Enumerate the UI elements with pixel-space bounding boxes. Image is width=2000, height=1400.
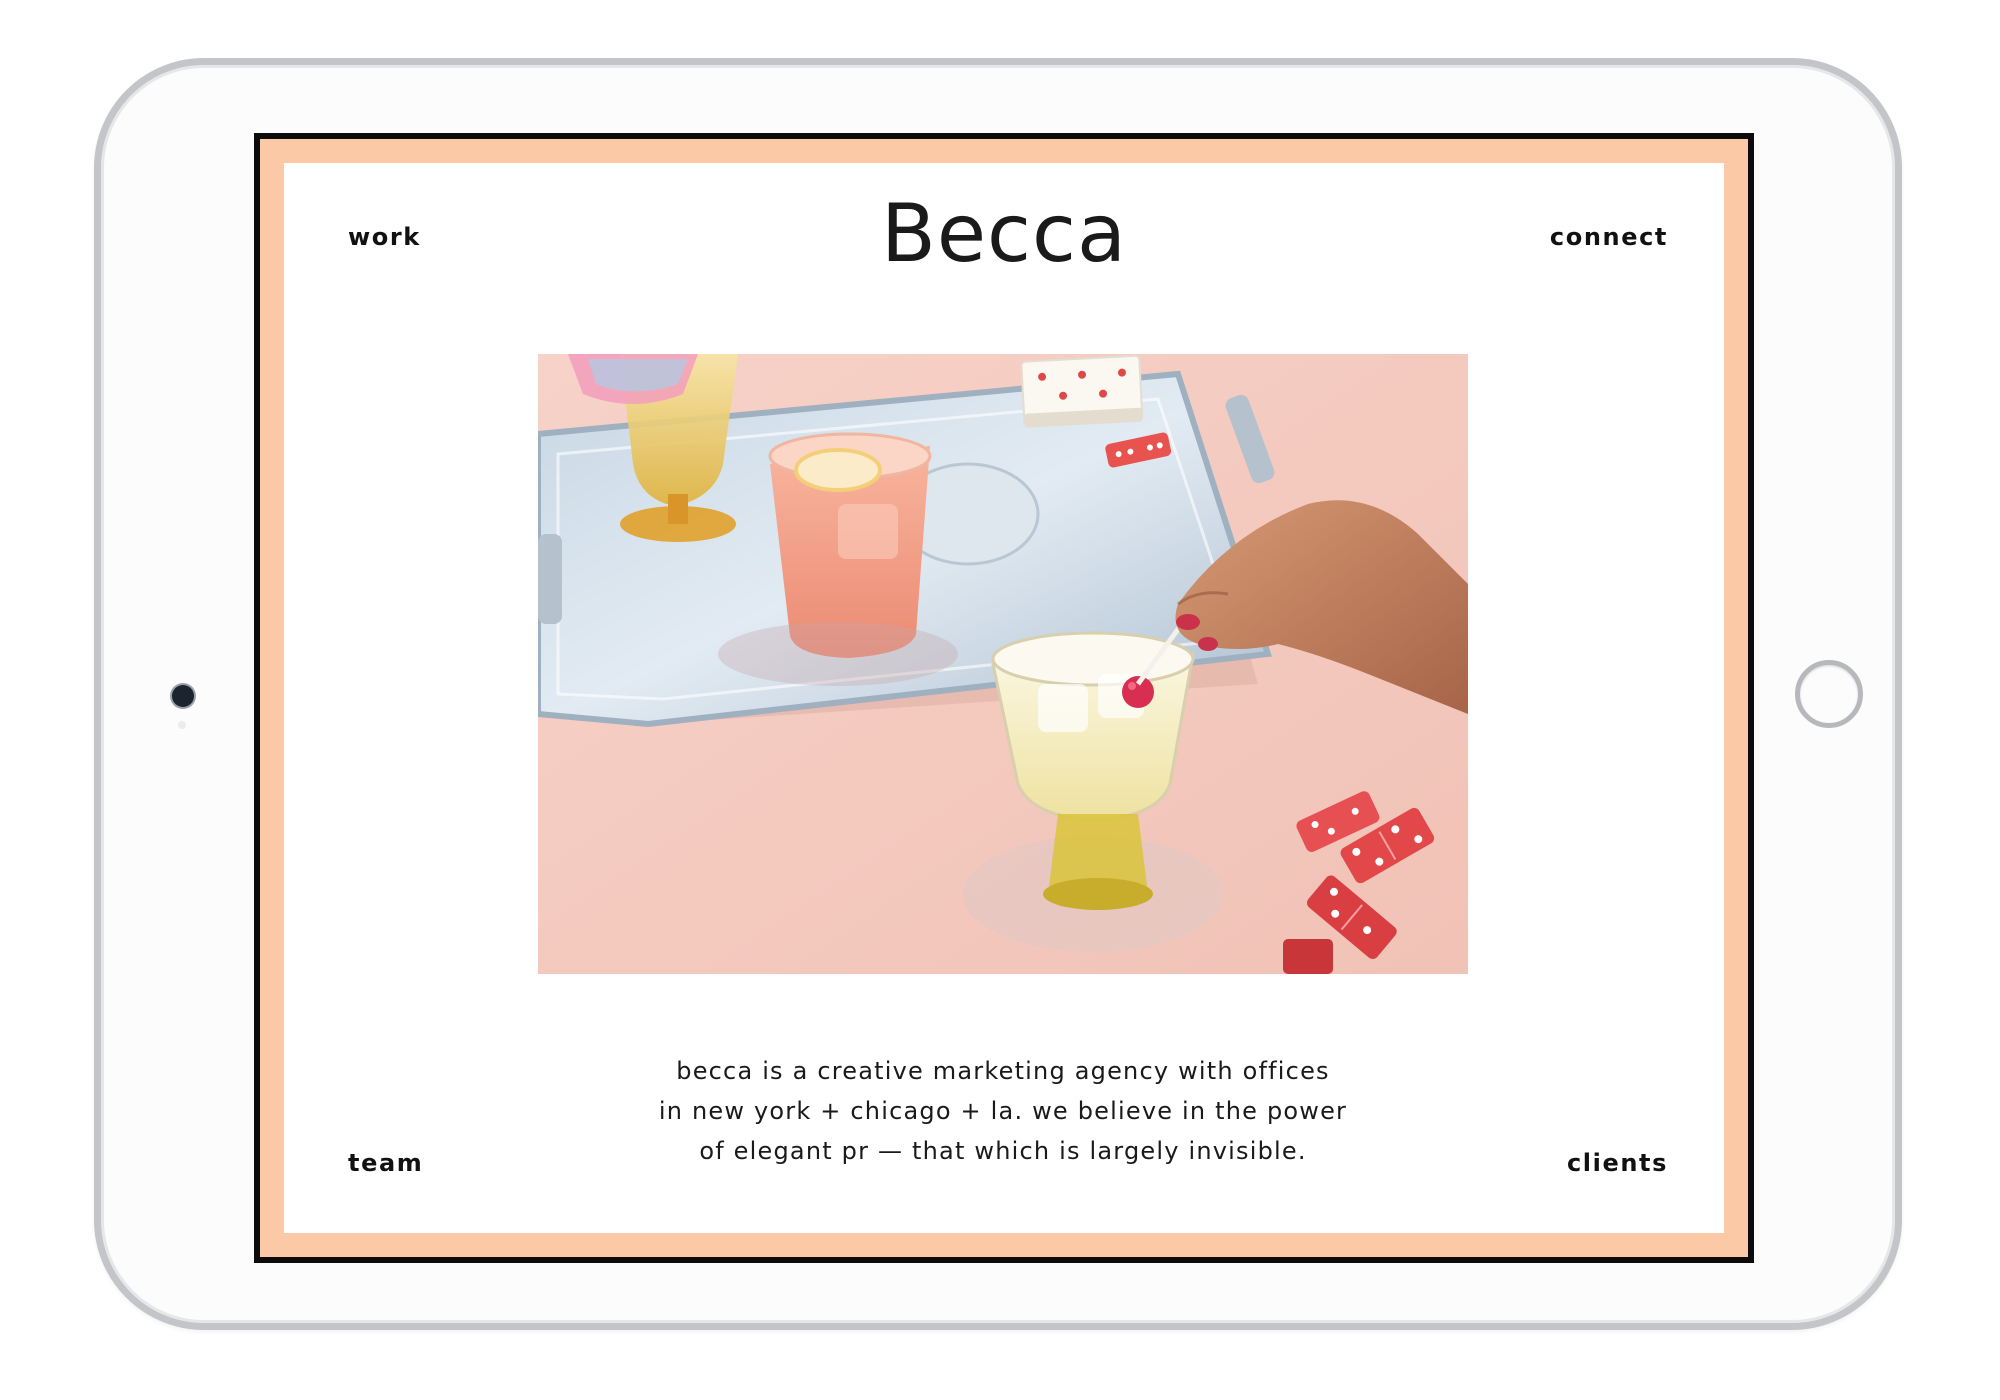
nav-link-clients[interactable]: clients: [1567, 1149, 1668, 1177]
hero-image: [538, 354, 1468, 974]
light-sensor: [178, 721, 186, 729]
website-page: work connect Becca becca is a creative m…: [284, 163, 1724, 1233]
brand-logo[interactable]: Becca: [284, 187, 1724, 280]
screen: work connect Becca becca is a creative m…: [254, 133, 1754, 1263]
tagline-line-1: becca is a creative marketing agency wit…: [676, 1057, 1330, 1085]
camera-icon: [172, 685, 194, 707]
tagline-line-3: of elegant pr — that which is largely in…: [699, 1137, 1307, 1165]
home-button[interactable]: [1795, 660, 1863, 728]
nav-link-team[interactable]: team: [348, 1149, 423, 1177]
tagline-text: becca is a creative marketing agency wit…: [603, 1051, 1403, 1171]
tagline-line-2: in new york + chicago + la. we believe i…: [658, 1097, 1348, 1125]
